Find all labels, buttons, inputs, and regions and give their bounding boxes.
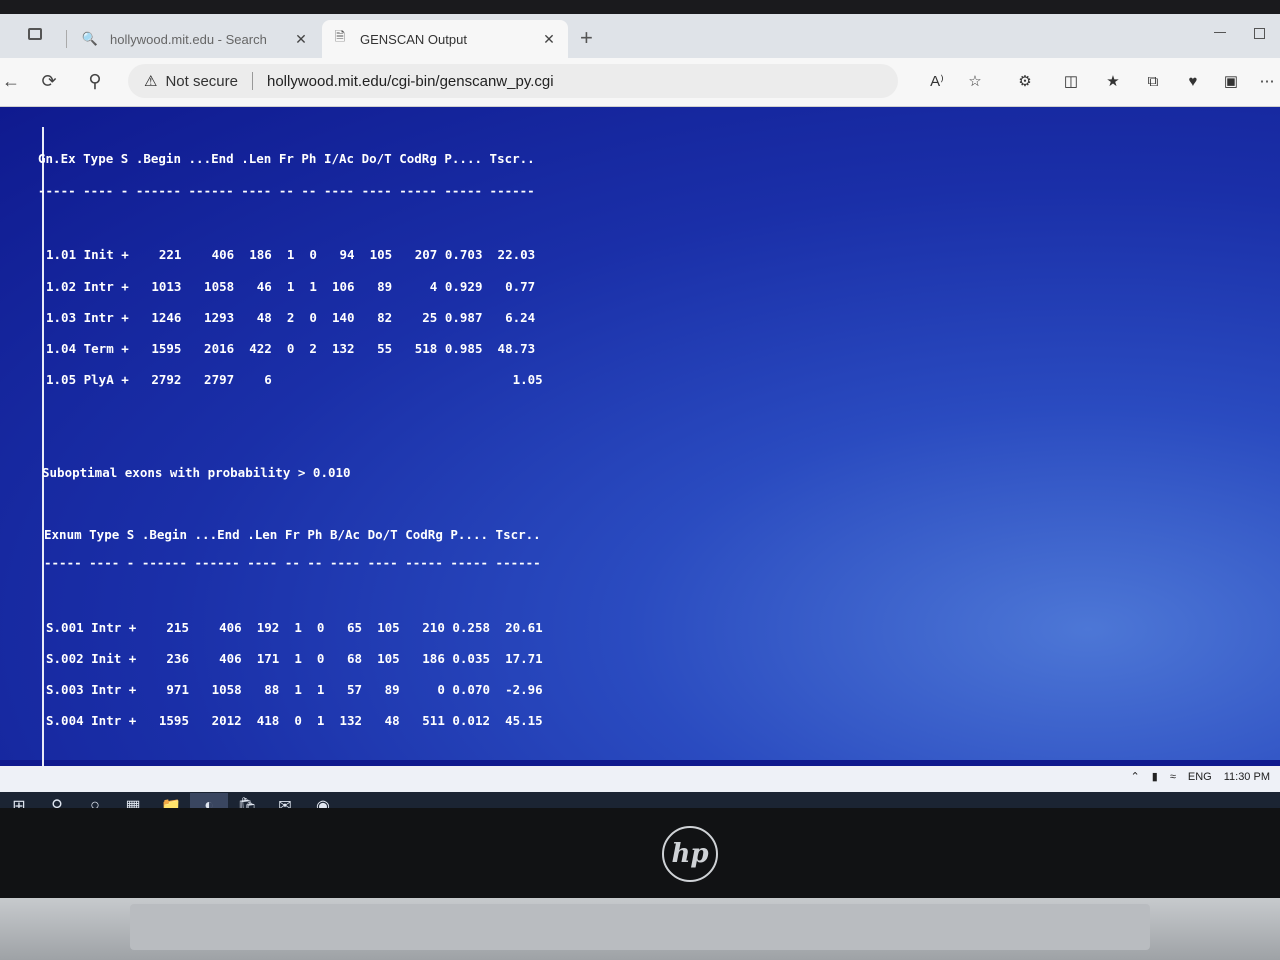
exon-row: 1.05 PlyA + 2792 2797 6 1.05 xyxy=(46,372,543,387)
exon-row: 1.03 Intr + 1246 1293 48 2 0 140 82 25 0… xyxy=(46,310,536,325)
search-icon[interactable]: ⚲ xyxy=(84,70,106,92)
tab-strip: 🔍 hollywood.mit.edu - Search ✕ 🗎 GENSCAN… xyxy=(0,14,1280,58)
system-tray-bar: ⌃ ▮ ≈ ENG 11:30 PM xyxy=(0,766,1280,792)
favorites-icon[interactable]: ★ xyxy=(1102,70,1124,92)
suboptimal-table-underline: ----- ---- - ------ ------ ---- -- -- --… xyxy=(44,555,541,570)
wifi-icon[interactable]: ≈ xyxy=(1170,771,1176,783)
address-bar[interactable]: ⚠ Not secure hollywood.mit.edu/cgi-bin/g… xyxy=(128,64,898,98)
windows-taskbar: ⌃ ▮ ≈ ENG 11:30 PM ⊞ ⚲ ○ ▦ 📁 ◐ 🛍 ✉ ◉ xyxy=(0,766,1280,810)
tab-actions-icon[interactable] xyxy=(28,28,42,40)
laptop-bezel xyxy=(0,808,1280,898)
maximize-icon[interactable] xyxy=(1254,28,1265,39)
browser-essentials-icon[interactable]: ♥ xyxy=(1182,70,1204,92)
tab-title: GENSCAN Output xyxy=(360,31,467,47)
laptop-screen: 🔍 hollywood.mit.edu - Search ✕ 🗎 GENSCAN… xyxy=(0,14,1280,810)
page-border-line xyxy=(42,127,44,767)
system-tray: ⌃ ▮ ≈ ENG 11:30 PM xyxy=(1131,770,1270,784)
suboptimal-exon-row: S.002 Init + 236 406 171 1 0 68 105 186 … xyxy=(46,651,543,666)
read-aloud-icon[interactable]: A⁾ xyxy=(926,70,948,92)
tab-genscan-output[interactable]: 🗎 GENSCAN Output ✕ xyxy=(322,20,568,58)
clock[interactable]: 11:30 PM xyxy=(1224,771,1270,783)
tab-search[interactable]: 🔍 hollywood.mit.edu - Search ✕ xyxy=(72,20,320,58)
address-divider xyxy=(252,72,253,90)
suboptimal-exon-row: S.003 Intr + 971 1058 88 1 1 57 89 0 0.0… xyxy=(46,682,543,697)
collections-icon[interactable]: ⧉ xyxy=(1142,70,1164,92)
exon-row: 1.04 Term + 1595 2016 422 0 2 132 55 518… xyxy=(46,341,536,356)
tab-title: hollywood.mit.edu - Search xyxy=(110,31,267,47)
hp-logo: hp xyxy=(662,826,718,882)
suboptimal-table-header: Exnum Type S .Begin ...End .Len Fr Ph B/… xyxy=(44,527,541,542)
chevron-up-icon[interactable]: ⌃ xyxy=(1131,770,1140,783)
url-text[interactable]: hollywood.mit.edu/cgi-bin/genscanw_py.cg… xyxy=(267,73,554,90)
close-icon[interactable]: ✕ xyxy=(540,31,558,48)
minimize-icon[interactable] xyxy=(1214,32,1226,33)
suboptimal-exon-row: S.001 Intr + 215 406 192 1 0 65 105 210 … xyxy=(46,620,543,635)
close-icon[interactable]: ✕ xyxy=(292,31,310,48)
more-menu-icon[interactable]: ⋯ xyxy=(1256,70,1278,92)
battery-icon[interactable]: ▮ xyxy=(1152,770,1158,783)
tab-divider xyxy=(66,30,67,48)
back-icon[interactable]: ← xyxy=(0,70,22,92)
page-icon: 🗎 xyxy=(334,29,346,44)
exon-table-underline: ----- ---- - ------ ------ ---- -- -- --… xyxy=(38,183,535,198)
laptop-hinge xyxy=(130,904,1150,950)
search-icon: 🔍 xyxy=(81,31,99,46)
suboptimal-exon-row: S.004 Intr + 1595 2012 418 0 1 132 48 51… xyxy=(46,713,543,728)
security-status[interactable]: Not secure xyxy=(165,73,238,90)
genscan-output-page: Gn.Ex Type S .Begin ...End .Len Fr Ph I/… xyxy=(0,107,1280,767)
language-indicator[interactable]: ENG xyxy=(1188,771,1212,783)
warning-icon: ⚠ xyxy=(144,73,158,90)
sidebar-icon[interactable]: ▣ xyxy=(1220,70,1242,92)
browser-toolbar: ← ⟳ ⚲ ⚠ Not secure hollywood.mit.edu/cgi… xyxy=(0,58,1280,107)
split-screen-icon[interactable]: ◫ xyxy=(1060,70,1082,92)
exon-row: 1.01 Init + 221 406 186 1 0 94 105 207 0… xyxy=(46,247,536,262)
exon-table-header: Gn.Ex Type S .Begin ...End .Len Fr Ph I/… xyxy=(38,151,535,166)
exon-row: 1.02 Intr + 1013 1058 46 1 1 106 89 4 0.… xyxy=(46,279,536,294)
extensions-icon[interactable]: ⚙ xyxy=(1014,70,1036,92)
favorite-star-icon[interactable]: ☆ xyxy=(964,70,986,92)
suboptimal-title: Suboptimal exons with probability > 0.01… xyxy=(42,465,351,480)
refresh-icon[interactable]: ⟳ xyxy=(38,70,60,92)
new-tab-button[interactable]: + xyxy=(580,27,593,49)
